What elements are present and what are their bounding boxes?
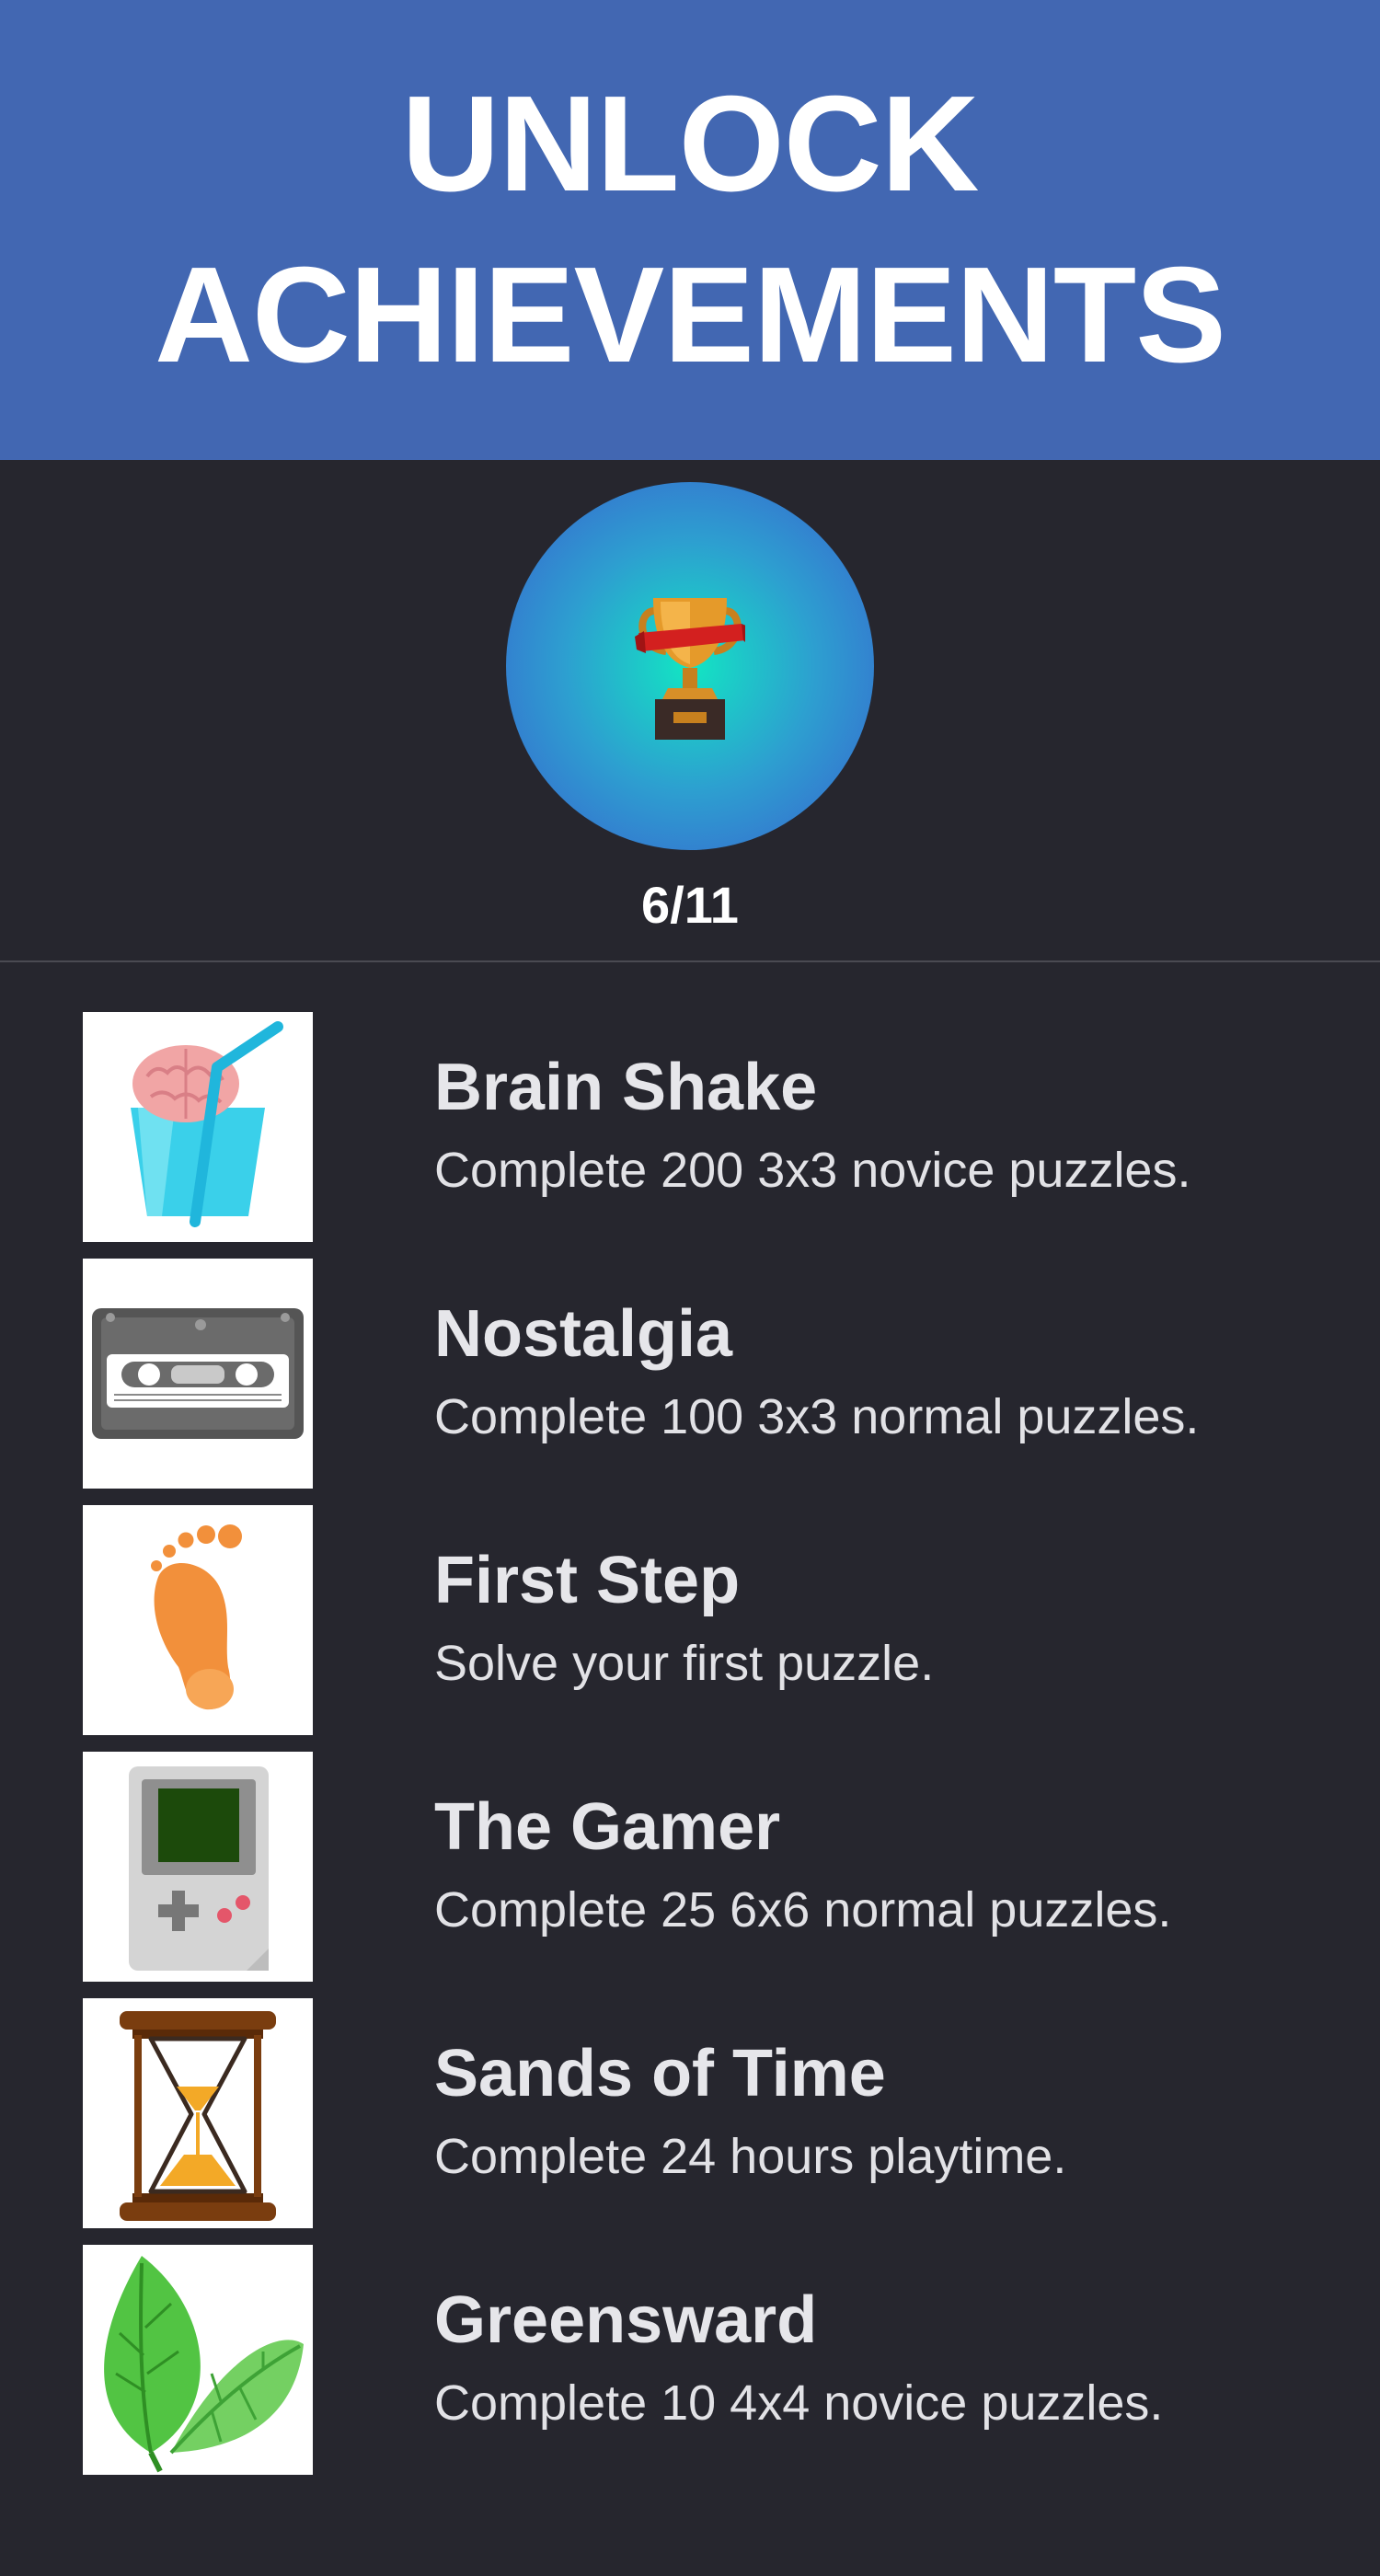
achievement-item: Greensward Complete 10 4x4 novice puzzle… [0,2245,1380,2491]
achievement-item: Nostalgia Complete 100 3x3 normal puzzle… [0,1259,1380,1505]
header-banner: UNLOCK ACHIEVEMENTS [0,0,1380,460]
achievement-item: The Gamer Complete 25 6x6 normal puzzles… [0,1752,1380,1998]
achievement-description: Complete 100 3x3 normal puzzles. [434,1389,1200,1444]
banner-title-line-1: UNLOCK [401,68,979,220]
leaves-icon [104,2256,304,2473]
achievement-description: Complete 25 6x6 normal puzzles. [434,1882,1172,1938]
achievement-icon-tile [83,1505,313,1735]
achievement-icon-tile [83,1998,313,2228]
banner-title-line-2: ACHIEVEMENTS [155,239,1226,391]
handheld-console-icon [129,1766,269,1971]
trophy-badge [506,482,874,850]
achievement-description: Solve your first puzzle. [434,1636,935,1691]
achievement-title: The Gamer [434,1790,781,1864]
achievement-title: Sands of Time [434,2037,886,2110]
achievement-description: Complete 24 hours playtime. [434,2129,1067,2184]
achievement-icon-tile [83,2245,313,2475]
achievement-item: First Step Solve your first puzzle. [0,1505,1380,1752]
achievement-title: Nostalgia [434,1297,733,1371]
hourglass-icon [120,2011,276,2221]
achievement-item: Sands of Time Complete 24 hours playtime… [0,1998,1380,2245]
brain-shake-icon [131,1021,283,1227]
achievement-item: Brain Shake Complete 200 3x3 novice puzz… [0,1012,1380,1259]
footprint-icon [151,1524,242,1710]
achievement-summary: 6/11 [0,460,1380,962]
trophy-icon [635,598,745,740]
achievement-title: Greensward [434,2283,818,2357]
section-divider [0,960,1380,962]
achievement-description: Complete 200 3x3 novice puzzles. [434,1143,1191,1198]
achievement-description: Complete 10 4x4 novice puzzles. [434,2375,1164,2431]
achievement-icon-tile [83,1752,313,1982]
achievement-icon-tile [83,1259,313,1489]
achievement-title: Brain Shake [434,1051,818,1124]
achievement-title: First Step [434,1544,741,1617]
cassette-tape-icon [92,1308,304,1439]
achievement-icon-tile [83,1012,313,1242]
achievement-progress-count: 6/11 [641,876,739,934]
